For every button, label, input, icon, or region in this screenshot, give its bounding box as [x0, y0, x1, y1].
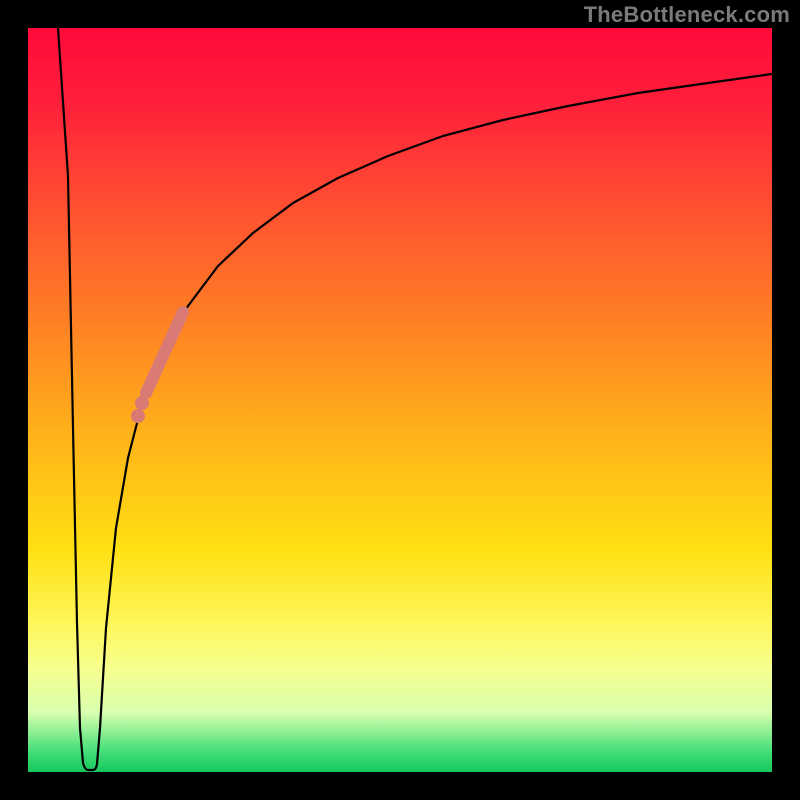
chart-frame: TheBottleneck.com	[0, 0, 800, 800]
highlight-segment	[146, 312, 183, 393]
highlight-dot-lower	[131, 409, 145, 423]
plot-area	[28, 28, 772, 772]
curve-svg	[28, 28, 772, 772]
bottleneck-curve	[58, 28, 772, 770]
highlight-dot-upper	[135, 396, 149, 410]
watermark-text: TheBottleneck.com	[584, 2, 790, 28]
